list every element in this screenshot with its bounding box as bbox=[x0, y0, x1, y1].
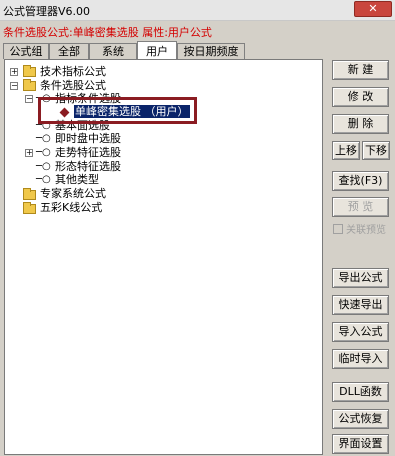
node-bullet-icon: ─○ bbox=[36, 174, 51, 185]
close-button[interactable]: ✕ bbox=[354, 1, 392, 17]
window-title: 公式管理器V6.00 bbox=[3, 5, 91, 18]
folder-icon bbox=[23, 65, 36, 77]
import-formula-button[interactable]: 导入公式 bbox=[332, 322, 389, 342]
expand-icon[interactable]: + bbox=[10, 68, 18, 76]
collapse-icon[interactable]: − bbox=[10, 82, 18, 90]
tree-item-tech-indicator[interactable]: 技术指标公式 bbox=[40, 65, 106, 78]
find-button[interactable]: 查找(F3) bbox=[332, 171, 389, 191]
move-up-button[interactable]: 上移 bbox=[332, 141, 360, 160]
folder-icon bbox=[23, 188, 36, 200]
move-down-button[interactable]: 下移 bbox=[362, 141, 390, 160]
tab-system[interactable]: 系统 bbox=[89, 43, 137, 59]
formula-info-label: 条件选股公式:单峰密集选股 属性:用户公式 bbox=[3, 26, 212, 39]
checkbox-box[interactable] bbox=[333, 224, 343, 234]
expand-icon[interactable]: + bbox=[25, 149, 33, 157]
tree-item-condition-select[interactable]: 条件选股公式 bbox=[40, 79, 106, 92]
preview-button[interactable]: 预 览 bbox=[332, 197, 389, 217]
ui-settings-button[interactable]: 界面设置 bbox=[332, 434, 389, 454]
tree-item-realtime[interactable]: 即时盘中选股 bbox=[55, 132, 121, 145]
tab-all[interactable]: 全部 bbox=[49, 43, 89, 59]
export-formula-button[interactable]: 导出公式 bbox=[332, 268, 389, 288]
dll-function-button[interactable]: DLL函数 bbox=[332, 382, 389, 402]
link-preview-label: 关联预览 bbox=[346, 225, 386, 236]
title-bar: 公式管理器V6.00 ✕ bbox=[0, 0, 395, 21]
delete-button[interactable]: 删 除 bbox=[332, 114, 389, 134]
temp-import-button[interactable]: 临时导入 bbox=[332, 349, 389, 369]
tree-item-colorful-kline[interactable]: 五彩K线公式 bbox=[40, 201, 102, 214]
tab-user[interactable]: 用户 bbox=[137, 41, 177, 60]
tree-item-shape[interactable]: 形态特征选股 bbox=[55, 160, 121, 173]
link-preview-checkbox[interactable]: 关联预览 bbox=[333, 221, 386, 236]
folder-icon bbox=[23, 202, 36, 214]
modify-button[interactable]: 修 改 bbox=[332, 87, 389, 107]
tree-item-expert[interactable]: 专家系统公式 bbox=[40, 187, 106, 200]
node-bullet-icon: ─○ bbox=[36, 161, 51, 172]
quick-export-button[interactable]: 快速导出 bbox=[332, 295, 389, 315]
formula-restore-button[interactable]: 公式恢复 bbox=[332, 409, 389, 429]
tab-by-date-frequency[interactable]: 按日期频度 bbox=[177, 43, 245, 59]
tab-formula-group[interactable]: 公式组 bbox=[3, 43, 49, 59]
tree-item-trend[interactable]: 走势特征选股 bbox=[55, 146, 121, 159]
folder-icon bbox=[23, 79, 36, 91]
collapse-icon[interactable]: − bbox=[25, 95, 33, 103]
new-button[interactable]: 新 建 bbox=[332, 60, 389, 80]
tree-item-other[interactable]: 其他类型 bbox=[55, 173, 99, 186]
node-bullet-icon: ─○ bbox=[36, 133, 51, 144]
node-bullet-icon: ─○ bbox=[36, 147, 51, 158]
selection-highlight-box bbox=[38, 97, 197, 124]
